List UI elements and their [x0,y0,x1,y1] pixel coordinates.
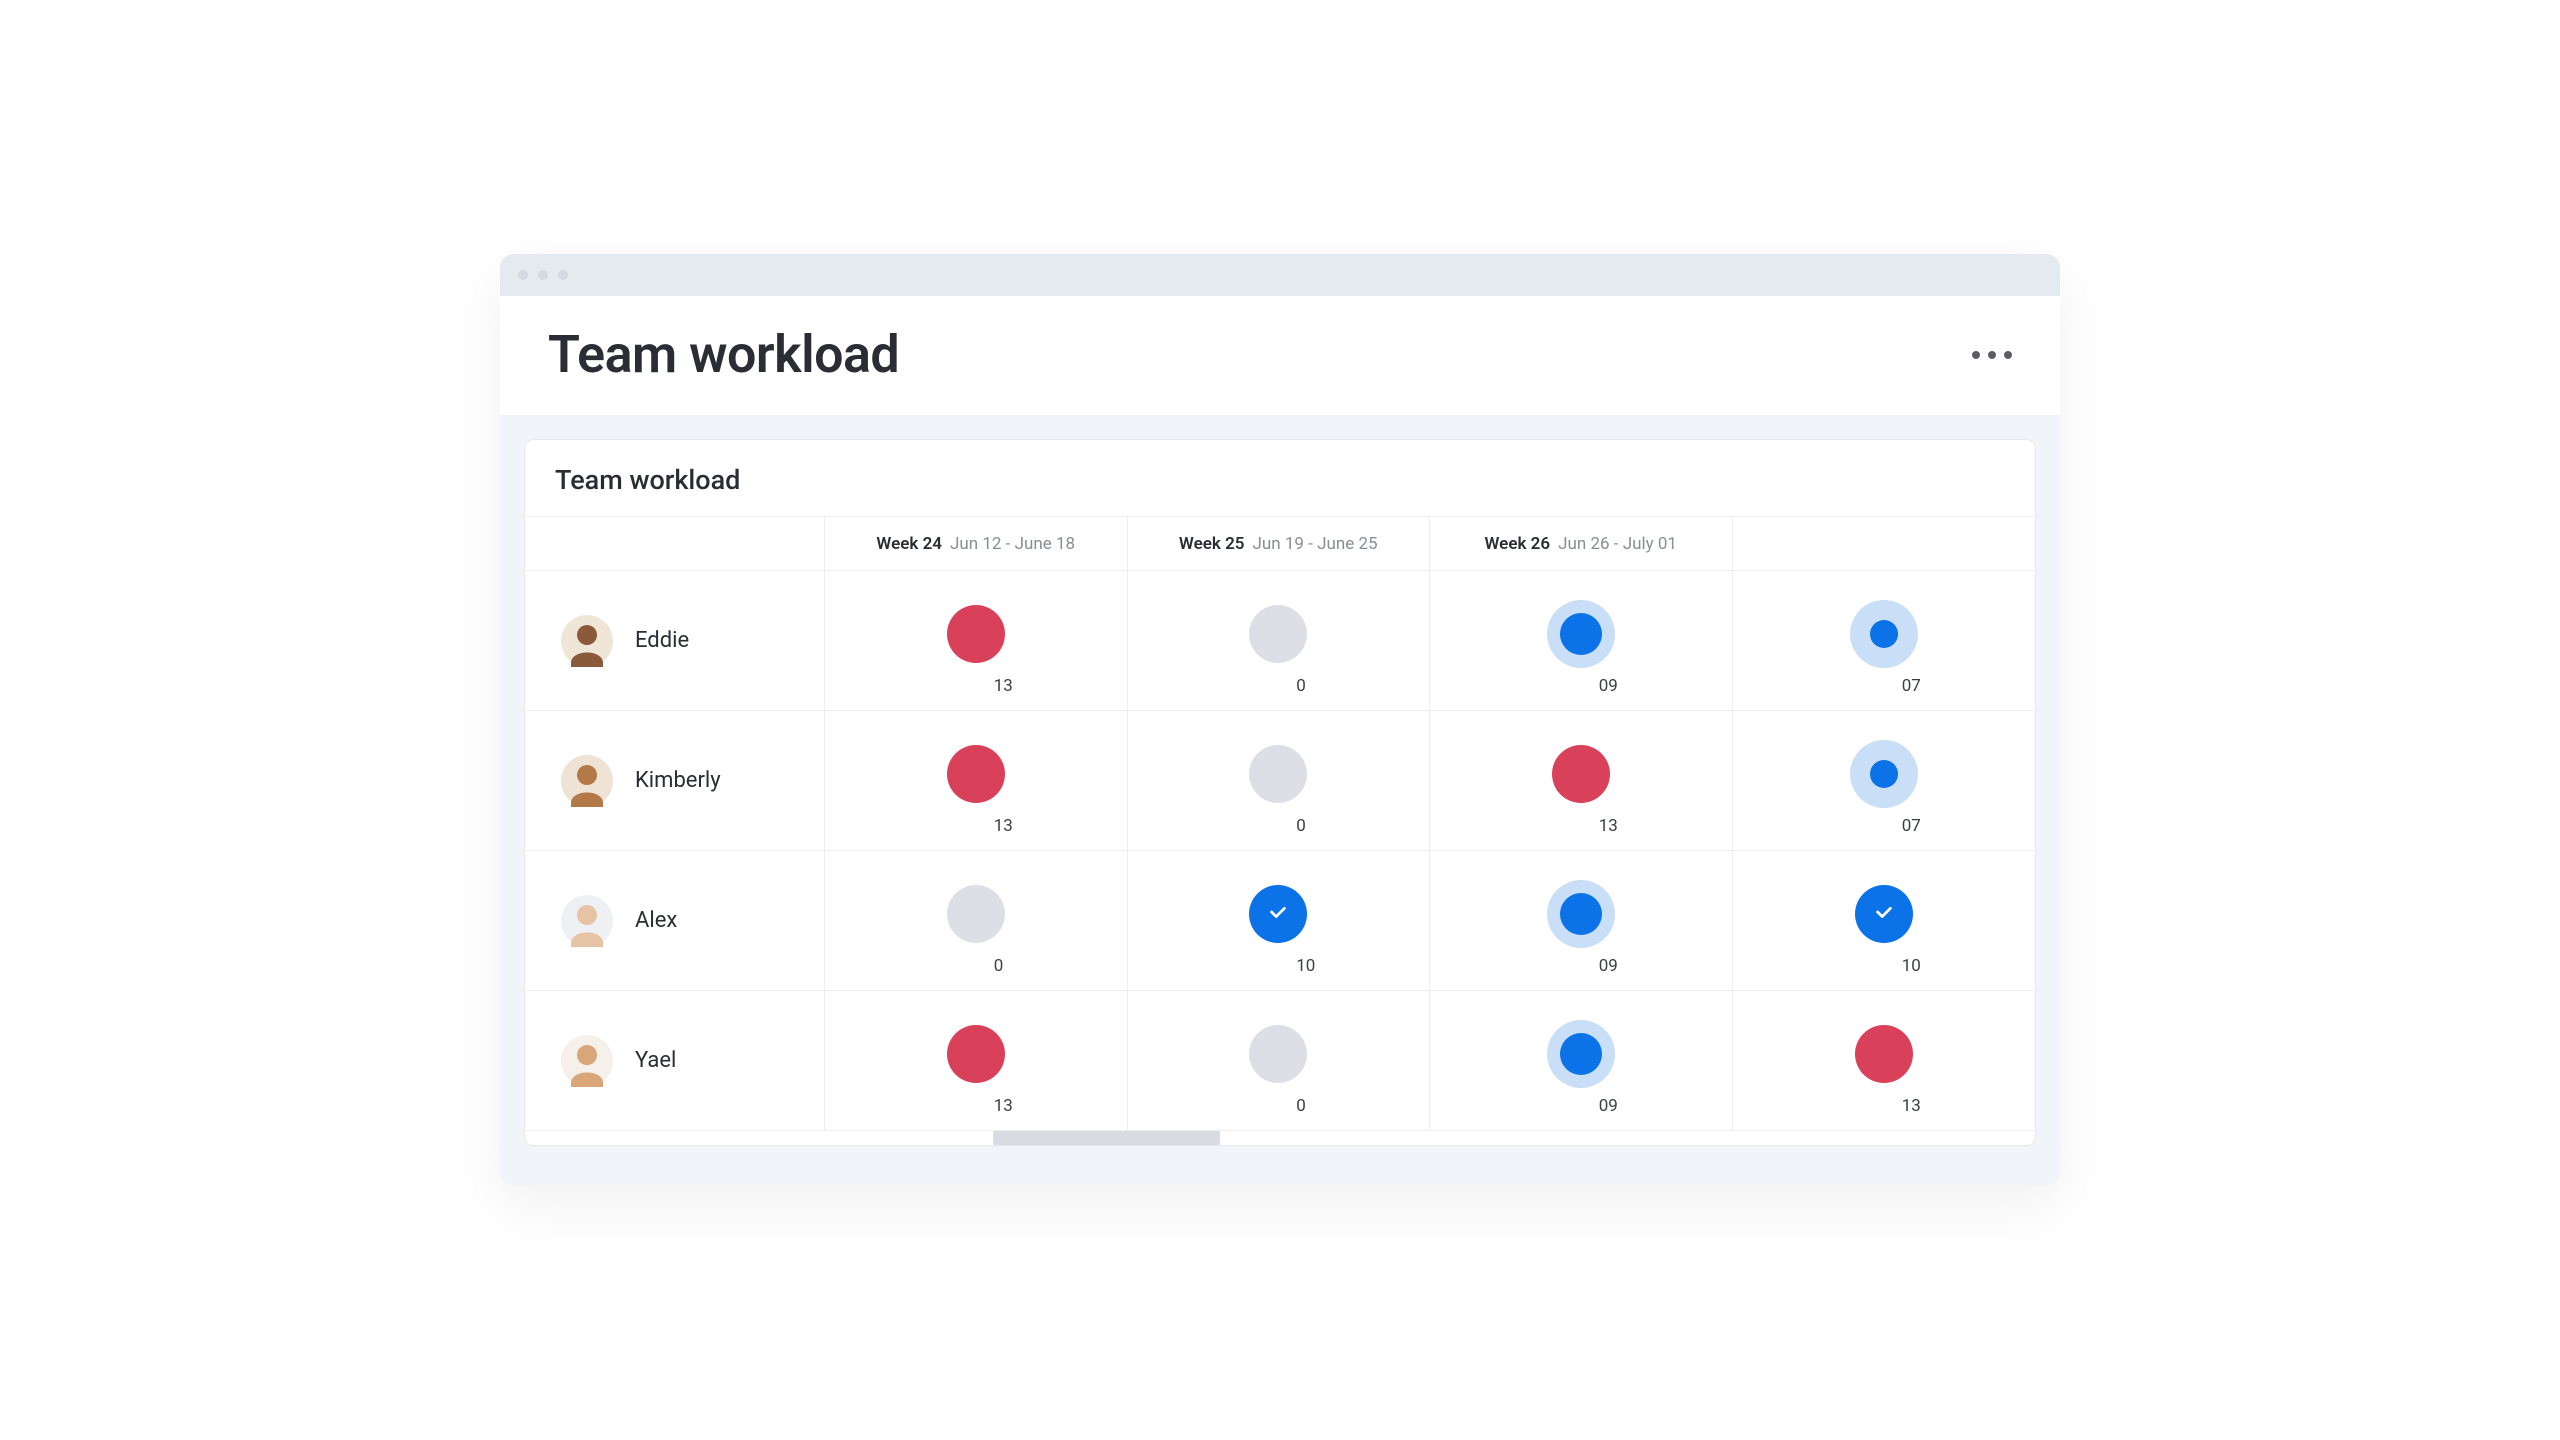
workload-value: 07 [1902,816,1921,836]
page-title: Team workload [548,324,899,385]
member-row-head: Eddie [525,571,825,711]
workload-value: 13 [1599,816,1618,836]
week-range: Jun 12 - June 18 [950,534,1075,554]
avatar [561,1035,613,1087]
week-label: Week 26 [1485,534,1551,554]
horizontal-scrollbar-track[interactable] [525,1131,2035,1145]
browser-window: Team workload Team workload Week 24 Jun 1… [500,254,2060,1186]
workload-cell[interactable]: 07 [1733,711,2036,851]
workload-indicator-over [947,745,1005,803]
column-header-empty [525,517,825,571]
workload-cell[interactable]: 13 [1733,991,2036,1131]
check-icon [1267,901,1289,927]
column-header: Week 26 Jun 26 - July 01 [1430,517,1733,571]
workload-cell[interactable]: 09 [1430,571,1733,711]
workload-indicator-partial [1547,600,1615,668]
workload-indicator-empty [947,885,1005,943]
week-label: Week 25 [1179,534,1245,554]
check-icon [1873,901,1895,927]
workload-value: 0 [994,956,1004,976]
workload-value: 13 [994,1096,1013,1116]
window-dot-icon [518,270,528,280]
workload-indicator-empty [1249,1025,1307,1083]
workload-indicator-partial [1850,740,1918,808]
horizontal-scrollbar-thumb[interactable] [993,1131,1220,1145]
workload-cell[interactable]: 0 [1128,711,1431,851]
avatar [561,615,613,667]
workload-indicator-empty [1249,745,1307,803]
column-header-overflow [1733,517,2036,571]
workload-indicator-over [1855,1025,1913,1083]
card-header: Team workload [525,440,2035,516]
card-title: Team workload [555,464,2005,496]
member-row-head: Alex [525,851,825,991]
column-header: Week 24 Jun 12 - June 18 [825,517,1128,571]
window-dot-icon [558,270,568,280]
workload-cell[interactable]: 13 [1430,711,1733,851]
workload-value: 0 [1296,816,1306,836]
workload-cell[interactable]: 09 [1430,991,1733,1131]
member-name: Yael [635,1048,676,1073]
workload-value: 09 [1599,956,1618,976]
week-range: Jun 19 - June 25 [1253,534,1378,554]
workload-cell[interactable]: 10 [1733,851,2036,991]
workload-cell[interactable]: 0 [825,851,1128,991]
member-name: Kimberly [635,768,721,793]
workload-indicator-partial [1547,1020,1615,1088]
workload-cell[interactable]: 07 [1733,571,2036,711]
workload-value: 10 [1296,956,1315,976]
workload-cell[interactable]: 0 [1128,571,1431,711]
workload-value: 13 [994,676,1013,696]
member-name: Eddie [635,628,689,653]
window-dot-icon [538,270,548,280]
workload-indicator-over [947,1025,1005,1083]
workload-indicator-over [947,605,1005,663]
workload-value: 07 [1902,676,1921,696]
window-titlebar [500,254,2060,296]
week-range: Jun 26 - July 01 [1558,534,1677,554]
workload-cell[interactable]: 10 [1128,851,1431,991]
workload-value: 0 [1296,676,1306,696]
app-header: Team workload [500,296,2060,415]
avatar [561,895,613,947]
workload-indicator-over [1552,745,1610,803]
workload-value: 13 [994,816,1013,836]
content-area: Team workload Week 24Jun 12 - June 18Wee… [500,415,2060,1186]
workload-grid: Week 24 Jun 12 - June 18 Week 25 Jun 19 - J… [525,516,2035,1131]
workload-indicator-partial [1850,600,1918,668]
member-name: Alex [635,908,677,933]
workload-value: 09 [1599,1096,1618,1116]
avatar [561,755,613,807]
more-options-icon[interactable] [1972,351,2012,359]
workload-value: 10 [1902,956,1921,976]
workload-value: 0 [1296,1096,1306,1116]
workload-indicator-complete [1249,885,1307,943]
member-row-head: Yael [525,991,825,1131]
workload-cell[interactable]: 09 [1430,851,1733,991]
workload-value: 09 [1599,676,1618,696]
workload-indicator-empty [1249,605,1307,663]
workload-cell[interactable]: 13 [825,711,1128,851]
member-row-head: Kimberly [525,711,825,851]
column-header: Week 25 Jun 19 - June 25 [1128,517,1431,571]
workload-card: Team workload Week 24Jun 12 - June 18Wee… [524,439,2036,1146]
workload-cell[interactable]: 0 [1128,991,1431,1131]
week-label: Week 24 [876,534,942,554]
workload-indicator-partial [1547,880,1615,948]
workload-cell[interactable]: 13 [825,571,1128,711]
workload-cell[interactable]: 13 [825,991,1128,1131]
workload-value: 13 [1902,1096,1921,1116]
workload-indicator-complete [1855,885,1913,943]
